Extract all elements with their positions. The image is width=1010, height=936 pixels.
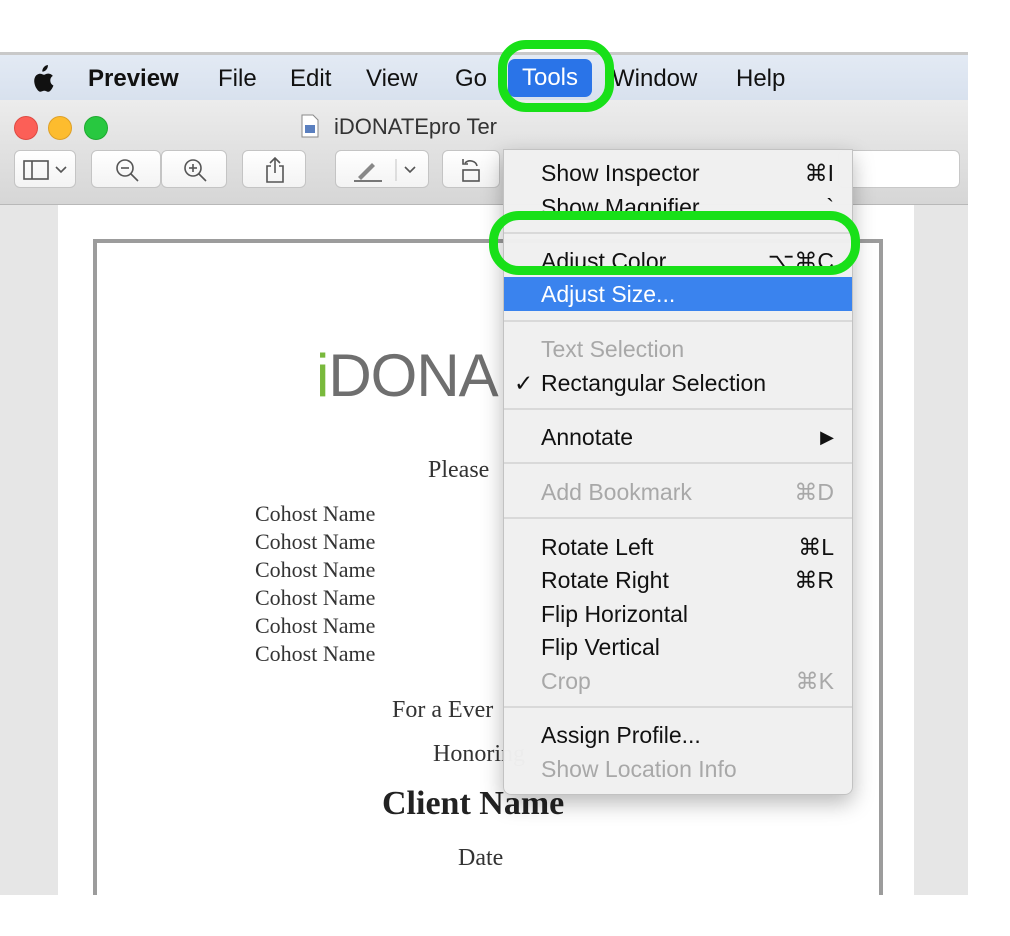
menu-item-rotate-right[interactable]: Rotate Right ⌘R bbox=[504, 563, 852, 597]
menu-separator bbox=[504, 462, 852, 464]
search-field[interactable] bbox=[838, 150, 960, 188]
submenu-arrow-icon: ▶ bbox=[820, 427, 834, 447]
menu-item-text-selection[interactable]: Text Selection bbox=[504, 332, 852, 366]
menu-edit[interactable]: Edit bbox=[290, 64, 331, 94]
sidebar-icon bbox=[23, 160, 67, 180]
tools-menu-highlight-ring bbox=[498, 40, 614, 112]
menu-separator bbox=[504, 706, 852, 708]
menu-item-show-location-info[interactable]: Show Location Info bbox=[504, 752, 852, 786]
menu-help[interactable]: Help bbox=[736, 64, 785, 94]
close-window-button[interactable] bbox=[14, 116, 38, 140]
menu-item-flip-vertical[interactable]: Flip Vertical bbox=[504, 630, 852, 664]
idonate-logo: iDONA bbox=[316, 342, 499, 409]
menu-item-flip-horizontal[interactable]: Flip Horizontal bbox=[504, 597, 852, 631]
menu-item-annotate[interactable]: Annotate ▶ bbox=[504, 420, 852, 454]
menu-item-crop[interactable]: Crop ⌘K bbox=[504, 664, 852, 698]
zoom-out-button[interactable] bbox=[91, 150, 161, 188]
window-title: iDONATEpro Ter bbox=[334, 114, 498, 139]
cohost-name: Cohost Name bbox=[255, 557, 376, 582]
menu-item-rotate-left[interactable]: Rotate Left ⌘L bbox=[504, 530, 852, 564]
menu-item-add-bookmark[interactable]: Add Bookmark ⌘D bbox=[504, 475, 852, 509]
app-name-menu[interactable]: Preview bbox=[88, 64, 179, 94]
menu-go[interactable]: Go bbox=[455, 64, 487, 94]
rotate-icon bbox=[462, 159, 480, 182]
pen-icon bbox=[354, 159, 416, 182]
checkmark-icon: ✓ bbox=[514, 370, 534, 396]
menu-item-adjust-size[interactable]: Adjust Size... bbox=[504, 277, 852, 311]
menu-file[interactable]: File bbox=[218, 64, 257, 94]
markup-button[interactable] bbox=[335, 150, 429, 188]
screen: Preview File Edit View Go Tools Window H… bbox=[0, 52, 968, 895]
menu-separator bbox=[504, 408, 852, 410]
menu-item-rectangular-selection[interactable]: ✓ Rectangular Selection bbox=[504, 366, 852, 400]
cohost-name: Cohost Name bbox=[255, 613, 376, 638]
menu-view[interactable]: View bbox=[366, 64, 418, 94]
menu-window[interactable]: Window bbox=[612, 64, 697, 94]
menu-bar: Preview File Edit View Go Tools Window H… bbox=[0, 52, 968, 100]
zoom-out-icon bbox=[116, 159, 139, 182]
adjust-size-highlight-ring bbox=[489, 211, 860, 275]
cohost-name: Cohost Name bbox=[255, 529, 376, 554]
menu-separator bbox=[504, 320, 852, 322]
menu-separator bbox=[504, 517, 852, 519]
share-button[interactable] bbox=[242, 150, 306, 188]
minimize-window-button[interactable] bbox=[48, 116, 72, 140]
zoom-in-icon bbox=[184, 159, 207, 182]
date-text: Date bbox=[458, 845, 504, 871]
zoom-in-button[interactable] bbox=[161, 150, 227, 188]
apple-menu-icon[interactable] bbox=[30, 64, 54, 94]
event-text: For a Ever bbox=[392, 697, 494, 723]
cohost-name: Cohost Name bbox=[255, 501, 376, 526]
zoom-window-button[interactable] bbox=[84, 116, 108, 140]
menu-item-show-inspector[interactable]: Show Inspector ⌘I bbox=[504, 156, 852, 190]
cohost-name: Cohost Name bbox=[255, 641, 376, 666]
document-icon bbox=[301, 114, 319, 138]
please-text: Please bbox=[428, 457, 490, 483]
rotate-button[interactable] bbox=[442, 150, 500, 188]
share-icon bbox=[266, 156, 284, 183]
menu-item-assign-profile[interactable]: Assign Profile... bbox=[504, 718, 852, 752]
sidebar-toggle-button[interactable] bbox=[14, 150, 76, 188]
cohost-name: Cohost Name bbox=[255, 585, 376, 610]
